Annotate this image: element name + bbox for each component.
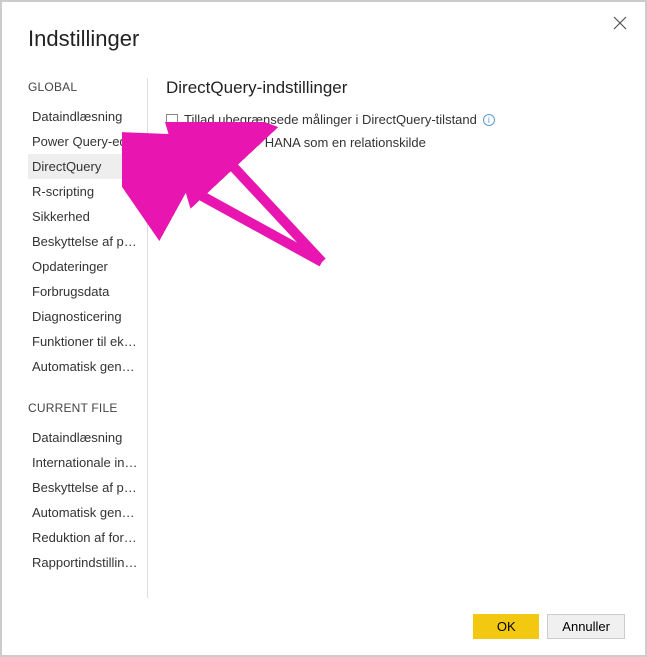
sidebar-section-currentfile: CURRENT FILE <box>28 401 147 415</box>
sidebar-item-cf-regional[interactable]: Internationale inds... <box>28 450 144 475</box>
checkbox-sap-hana[interactable] <box>166 137 178 149</box>
ok-button[interactable]: OK <box>473 614 539 639</box>
option-label: Behandl SAP HANA som en relationskilde <box>184 135 426 150</box>
content-panel: DirectQuery-indstillinger Tillad ubegræn… <box>148 78 627 598</box>
sidebar-item-cf-dataload[interactable]: Dataindlæsning <box>28 425 144 450</box>
sidebar-item-cf-privacy[interactable]: Beskyttelse af pers... <box>28 475 144 500</box>
settings-dialog: Indstillinger GLOBAL Dataindlæsning Powe… <box>0 0 647 657</box>
cancel-button[interactable]: Annuller <box>547 614 625 639</box>
sidebar-section-global: GLOBAL <box>28 80 147 94</box>
content-title: DirectQuery-indstillinger <box>166 78 609 98</box>
dialog-buttons: OK Annuller <box>473 614 625 639</box>
sidebar-item-autorecovery[interactable]: Automatisk genda... <box>28 354 144 379</box>
sidebar-item-updates[interactable]: Opdateringer <box>28 254 144 279</box>
sidebar-item-directquery[interactable]: DirectQuery <box>28 154 146 179</box>
option-label: Tillad ubegrænsede målinger i DirectQuer… <box>184 112 477 127</box>
sidebar-item-cf-report[interactable]: Rapportindstillinger <box>28 550 144 575</box>
sidebar-item-diagnostics[interactable]: Diagnosticering <box>28 304 144 329</box>
sidebar-item-powerquery[interactable]: Power Query-editor <box>28 129 144 154</box>
checkbox-allow-unrestricted[interactable] <box>166 114 178 126</box>
sidebar-item-cf-autorecovery[interactable]: Automatisk genda... <box>28 500 144 525</box>
sidebar-item-privacy[interactable]: Beskyttelse af pers... <box>28 229 144 254</box>
dialog-title: Indstillinger <box>28 26 627 52</box>
sidebar-item-preview[interactable]: Funktioner til ekse... <box>28 329 144 354</box>
option-sap-hana-relational[interactable]: Behandl SAP HANA som en relationskilde <box>166 135 609 150</box>
close-icon[interactable] <box>613 16 627 35</box>
info-icon[interactable]: i <box>483 114 495 126</box>
sidebar-item-cf-queryreduction[interactable]: Reduktion af fores... <box>28 525 144 550</box>
sidebar: GLOBAL Dataindlæsning Power Query-editor… <box>20 78 148 598</box>
sidebar-item-security[interactable]: Sikkerhed <box>28 204 144 229</box>
sidebar-item-rscript[interactable]: R-scripting <box>28 179 144 204</box>
sidebar-item-usage[interactable]: Forbrugsdata <box>28 279 144 304</box>
sidebar-item-dataload[interactable]: Dataindlæsning <box>28 104 144 129</box>
option-allow-unrestricted[interactable]: Tillad ubegrænsede målinger i DirectQuer… <box>166 112 609 127</box>
